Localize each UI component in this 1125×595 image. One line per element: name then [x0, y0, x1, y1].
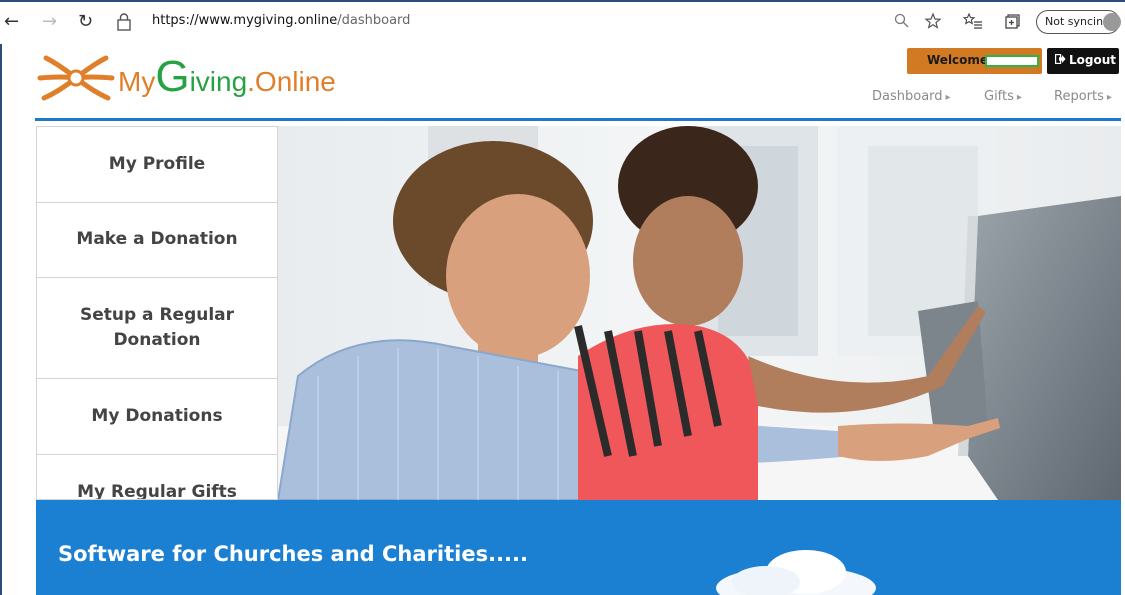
profile-avatar-icon [1103, 13, 1121, 31]
address-bar[interactable]: https://www.mygiving.online/dashboard [152, 13, 410, 28]
chevron-right-icon: ▸ [1106, 92, 1112, 103]
browser-toolbar: ← → ↻ https://www.mygiving.online/dashbo… [0, 2, 1125, 44]
welcome-label: Welcome: [927, 53, 993, 67]
forward-icon[interactable]: → [42, 10, 57, 34]
cloud-icon [716, 550, 876, 595]
logo-g: G [155, 52, 190, 101]
header-divider [35, 118, 1121, 121]
favorites-list-icon[interactable] [962, 12, 983, 34]
url-host: https://www.mygiving.online [152, 13, 338, 28]
menu-item-label: My Donations [91, 406, 223, 426]
window-frame-left [0, 0, 2, 595]
welcome-badge: Welcome: [907, 48, 1042, 74]
logout-button[interactable]: Logout [1047, 48, 1119, 74]
back-icon[interactable]: ← [4, 10, 19, 34]
favorite-star-icon[interactable] [924, 12, 942, 34]
menu-item-label: Setup a Regular Donation [79, 304, 235, 350]
menu-item-my-profile[interactable]: My Profile [37, 127, 277, 203]
nav-dashboard[interactable]: Dashboard ▸ [872, 89, 951, 104]
hero-image [278, 126, 1121, 500]
sync-status-label: Not syncing [1045, 15, 1111, 28]
nav-gifts[interactable]: Gifts ▸ [984, 89, 1022, 104]
sync-status-button[interactable]: Not syncing [1036, 10, 1121, 34]
nav-dashboard-label: Dashboard [872, 89, 943, 104]
url-path: /dashboard [337, 13, 411, 28]
logo-iving: iving [189, 66, 248, 97]
logo-online: .Online [247, 66, 336, 97]
reload-icon[interactable]: ↻ [78, 10, 93, 34]
chevron-right-icon: ▸ [1016, 92, 1022, 103]
welcome-username-field [985, 55, 1039, 67]
nav-gifts-label: Gifts [984, 89, 1014, 104]
menu-item-my-donations[interactable]: My Donations [37, 379, 277, 455]
menu-item-label: My Regular Gifts [77, 482, 237, 500]
chevron-right-icon: ▸ [945, 92, 951, 103]
hero-banner: Software for Churches and Charities..... [36, 500, 1121, 595]
logo-emblem-icon [37, 55, 115, 101]
hero-photo-illustration [278, 126, 1121, 500]
menu-item-label: Make a Donation [76, 229, 238, 249]
banner-tagline: Software for Churches and Charities..... [58, 542, 528, 566]
logo-wordmark: MyGiving.Online [118, 52, 336, 107]
logo-my: My [118, 66, 156, 97]
menu-item-make-donation[interactable]: Make a Donation [37, 202, 277, 278]
menu-item-my-regular-gifts[interactable]: My Regular Gifts [37, 454, 277, 500]
menu-item-label: My Profile [108, 154, 206, 174]
collections-icon[interactable] [1003, 12, 1021, 34]
zoom-icon[interactable] [893, 12, 911, 34]
nav-reports[interactable]: Reports ▸ [1054, 89, 1112, 104]
site-logo[interactable]: MyGiving.Online [36, 52, 356, 104]
side-menu: My Profile Make a Donation Setup a Regul… [36, 126, 278, 500]
logout-icon [1055, 53, 1066, 67]
menu-item-setup-regular-donation[interactable]: Setup a Regular Donation [37, 277, 277, 379]
lock-icon[interactable] [116, 13, 132, 31]
nav-reports-label: Reports [1054, 89, 1104, 104]
logout-label: Logout [1069, 53, 1117, 67]
